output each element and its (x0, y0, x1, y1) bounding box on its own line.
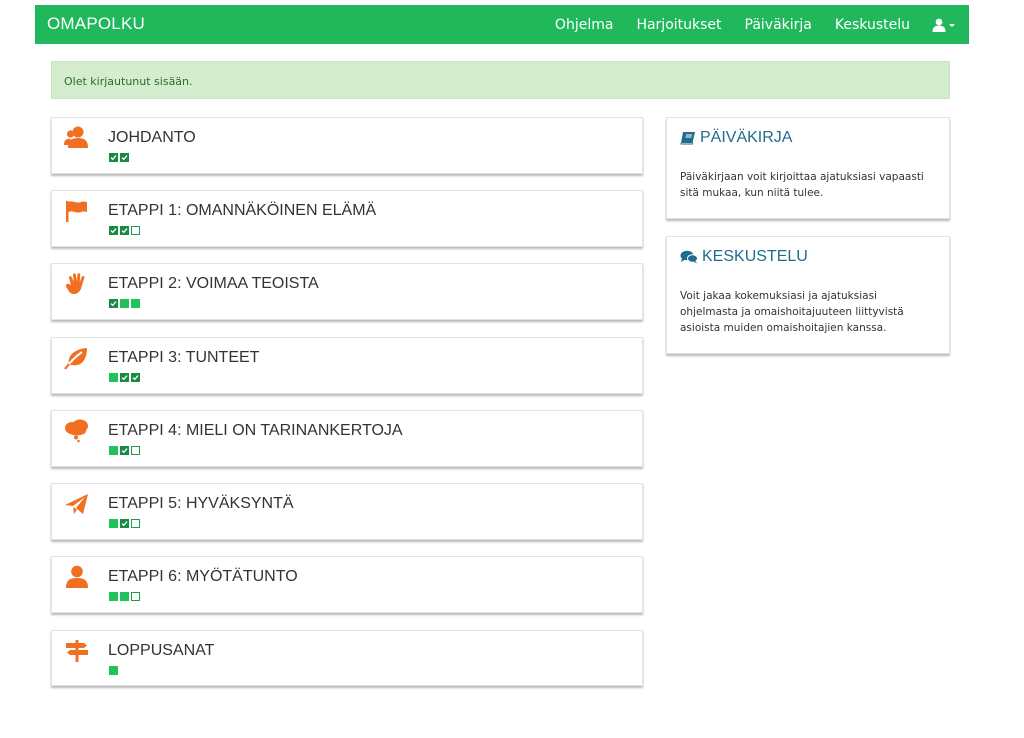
module-progress (109, 373, 142, 382)
progress-step-done (120, 153, 129, 162)
module-title: ETAPPI 3: TUNTEET (108, 349, 260, 366)
paper-plane-icon (65, 494, 88, 514)
hand-icon (65, 273, 85, 294)
progress-step-current (109, 519, 118, 528)
chat-description: Voit jakaa kokemuksiasi ja ajatuksiasi o… (680, 290, 904, 334)
check-icon (121, 155, 128, 161)
module-card-etappi-4[interactable]: ETAPPI 4: MIELI ON TARINANKERTOJA (51, 410, 643, 467)
progress-step-done (120, 373, 129, 382)
progress-step-done (120, 226, 129, 235)
module-card-loppusanat[interactable]: LOPPUSANAT (51, 630, 643, 686)
check-icon (121, 228, 128, 234)
diary-description: Päiväkirjaan voit kirjoittaa ajatuksiasi… (680, 171, 924, 199)
leaf-icon (64, 348, 87, 370)
progress-step-empty (131, 226, 140, 235)
progress-step-empty (131, 446, 140, 455)
module-progress (109, 666, 120, 675)
nav-link-keskustelu[interactable]: Keskustelu (835, 17, 910, 33)
chat-card: KESKUSTELU Voit jakaa kokemuksiasi ja aj… (666, 236, 950, 354)
login-success-alert: Olet kirjautunut sisään. (51, 61, 950, 99)
brand-logo[interactable]: OMAPOLKU (47, 14, 145, 34)
progress-step-empty (131, 519, 140, 528)
module-title: ETAPPI 6: MYÖTÄTUNTO (108, 568, 298, 585)
comments-icon (680, 250, 698, 264)
person-icon (66, 565, 88, 588)
chevron-down-icon (949, 24, 955, 27)
flag-icon (66, 201, 87, 222)
book-icon (680, 132, 695, 145)
check-icon (110, 301, 117, 307)
progress-step-current (120, 592, 129, 601)
progress-step-empty (131, 592, 140, 601)
module-title: ETAPPI 2: VOIMAA TEOISTA (108, 275, 319, 292)
check-icon (121, 521, 128, 527)
module-card-etappi-2[interactable]: ETAPPI 2: VOIMAA TEOISTA (51, 263, 643, 320)
module-card-etappi-1[interactable]: ETAPPI 1: OMANNÄKÖINEN ELÄMÄ (51, 190, 643, 247)
module-title: JOHDANTO (108, 129, 196, 146)
progress-step-current (109, 446, 118, 455)
progress-step-done (120, 519, 129, 528)
signpost-icon (66, 640, 88, 662)
diary-title: PÄIVÄKIRJA (700, 129, 793, 146)
module-progress (109, 592, 142, 601)
nav-link-harjoitukset[interactable]: Harjoitukset (636, 17, 721, 33)
progress-step-done (131, 373, 140, 382)
progress-step-current (109, 592, 118, 601)
module-title: ETAPPI 5: HYVÄKSYNTÄ (108, 495, 294, 512)
progress-step-current (109, 666, 118, 675)
check-icon (110, 155, 117, 161)
progress-step-done (109, 226, 118, 235)
module-title: LOPPUSANAT (108, 642, 215, 659)
module-progress (109, 519, 142, 528)
thought-cloud-icon (65, 419, 88, 443)
check-icon (132, 375, 139, 381)
module-progress (109, 153, 131, 162)
progress-step-done (109, 153, 118, 162)
progress-step-done (120, 446, 129, 455)
module-progress (109, 226, 142, 235)
module-card-johdanto[interactable]: JOHDANTO (51, 117, 643, 174)
users-icon (64, 126, 88, 148)
diary-card: PÄIVÄKIRJA Päiväkirjaan voit kirjoittaa … (666, 117, 950, 219)
check-icon (121, 375, 128, 381)
module-card-etappi-3[interactable]: ETAPPI 3: TUNTEET (51, 337, 643, 394)
module-progress (109, 299, 142, 308)
nav-link-paivakirja[interactable]: Päiväkirja (745, 17, 812, 33)
module-progress (109, 446, 142, 455)
nav-link-ohjelma[interactable]: Ohjelma (555, 17, 614, 33)
check-icon (121, 448, 128, 454)
progress-step-done (109, 299, 118, 308)
diary-link[interactable]: PÄIVÄKIRJA (680, 129, 792, 147)
top-navbar: OMAPOLKU Ohjelma Harjoitukset Päiväkirja… (35, 5, 969, 44)
alert-text: Olet kirjautunut sisään. (64, 75, 193, 88)
module-title: ETAPPI 4: MIELI ON TARINANKERTOJA (108, 422, 403, 439)
progress-step-current (109, 373, 118, 382)
nav-links: Ohjelma Harjoitukset Päiväkirja Keskuste… (532, 5, 955, 44)
module-card-etappi-6[interactable]: ETAPPI 6: MYÖTÄTUNTO (51, 556, 643, 613)
module-card-etappi-5[interactable]: ETAPPI 5: HYVÄKSYNTÄ (51, 483, 643, 540)
user-menu[interactable] (932, 18, 955, 32)
user-icon (932, 18, 946, 32)
chat-link[interactable]: KESKUSTELU (680, 248, 808, 266)
progress-step-current (131, 299, 140, 308)
check-icon (110, 228, 117, 234)
progress-step-current (120, 299, 129, 308)
chat-title: KESKUSTELU (702, 248, 808, 265)
module-title: ETAPPI 1: OMANNÄKÖINEN ELÄMÄ (108, 202, 377, 219)
